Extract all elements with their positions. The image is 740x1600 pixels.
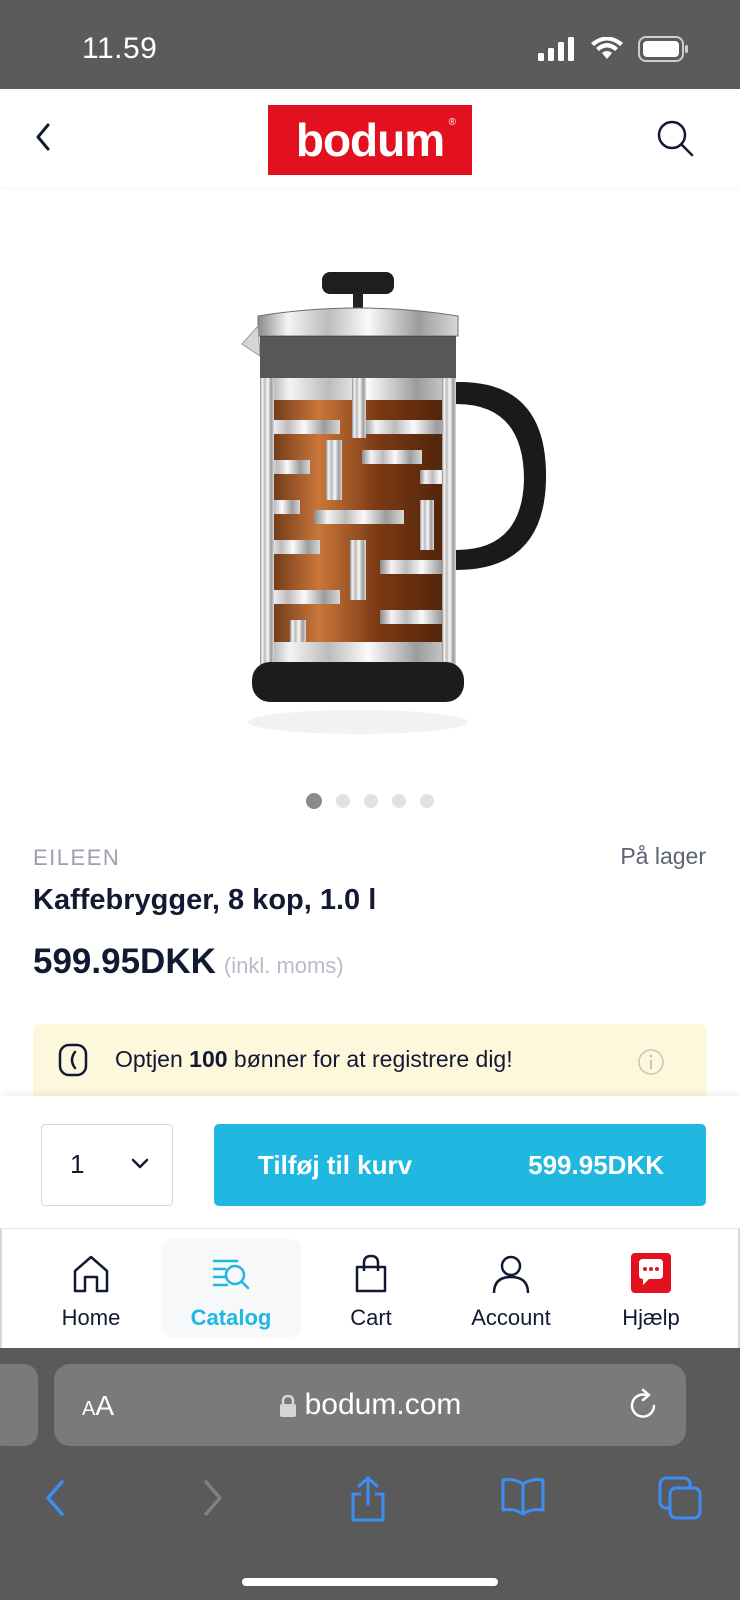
quantity-value: 1 — [70, 1149, 85, 1179]
product-title: Kaffebrygger, 8 kop, 1.0 l — [33, 884, 377, 916]
promo-points: 100 — [189, 1046, 228, 1072]
coffee-bean-icon — [58, 1043, 88, 1077]
share-icon[interactable] — [348, 1476, 388, 1522]
tab-label: Catalog — [190, 1305, 272, 1330]
product-image[interactable] — [230, 270, 570, 770]
tab-catalog[interactable]: Catalog — [161, 1239, 301, 1337]
browser-nav-tools — [0, 1468, 740, 1528]
tab-account[interactable]: Account — [441, 1239, 581, 1337]
gallery-dot[interactable] — [306, 793, 322, 809]
product-price: 599.95DKK — [33, 942, 216, 981]
search-icon[interactable] — [654, 117, 696, 159]
chevron-down-icon — [131, 1158, 149, 1169]
logo-registered-mark: ® — [448, 117, 456, 128]
tab-help[interactable]: Hjælp — [581, 1239, 721, 1337]
browser-back-icon[interactable] — [40, 1476, 70, 1520]
add-to-cart-label: Tilføj til kurv — [258, 1150, 413, 1180]
tabs-icon[interactable] — [658, 1476, 702, 1520]
bookmarks-icon[interactable] — [500, 1476, 546, 1516]
vat-note: (inkl. moms) — [223, 953, 344, 978]
address-bar[interactable]: AA bodum.com — [54, 1364, 686, 1446]
promo-text-after: bønner for at registrere dig! — [227, 1046, 513, 1072]
stock-status: På lager — [620, 843, 706, 869]
lock-icon — [279, 1394, 296, 1418]
product-price-block: 599.95DKK (inkl. moms) — [33, 942, 344, 982]
catalog-search-icon — [212, 1259, 250, 1290]
url-display: bodum.com — [54, 1388, 686, 1422]
info-icon[interactable] — [637, 1048, 665, 1076]
home-icon — [73, 1255, 109, 1293]
home-indicator — [242, 1578, 498, 1586]
wifi-icon — [591, 37, 623, 59]
status-time: 11.59 — [82, 32, 158, 65]
back-icon[interactable] — [28, 117, 58, 157]
tab-cart[interactable]: Cart — [301, 1239, 441, 1337]
battery-icon — [638, 36, 688, 62]
url-text: bodum.com — [304, 1388, 462, 1421]
add-to-cart-bar: 1 Tilføj til kurv 599.95DKK — [0, 1096, 740, 1228]
product-collection: EILEEN — [33, 845, 121, 870]
bottom-tab-bar: Home Catalog Cart Account Hjælp — [0, 1228, 740, 1348]
tab-label: Cart — [350, 1305, 392, 1330]
add-to-cart-price: 599.95DKK — [528, 1150, 664, 1180]
tab-label: Account — [471, 1305, 551, 1330]
status-bar: 11.59 — [0, 0, 740, 89]
browser-forward-icon[interactable] — [198, 1476, 228, 1520]
promo-text-before: Optjen — [115, 1046, 190, 1072]
promo-text: Optjen 100 bønner for at registrere dig! — [115, 1046, 513, 1073]
quantity-select[interactable]: 1 — [41, 1124, 173, 1206]
reload-icon[interactable] — [628, 1388, 660, 1422]
tab-home[interactable]: Home — [21, 1239, 161, 1337]
gallery-pagination — [0, 793, 740, 809]
previous-tab-stub[interactable] — [0, 1364, 38, 1446]
gallery-dot[interactable] — [336, 794, 350, 808]
add-to-cart-button[interactable]: Tilføj til kurv 599.95DKK — [214, 1124, 706, 1206]
bodum-logo[interactable]: bodum ® — [268, 105, 472, 175]
tab-label: Home — [61, 1305, 121, 1330]
user-icon — [492, 1255, 530, 1294]
signal-icon — [538, 37, 574, 61]
gallery-dot[interactable] — [364, 794, 378, 808]
site-header: bodum ® — [0, 89, 740, 187]
chat-help-icon — [631, 1253, 671, 1293]
gallery-dot[interactable] — [420, 794, 434, 808]
tab-label: Hjælp — [622, 1305, 680, 1330]
shopping-bag-icon — [355, 1254, 387, 1293]
browser-toolbar: AA bodum.com — [0, 1348, 740, 1600]
logo-text: bodum — [295, 114, 445, 166]
loyalty-promo-banner: Optjen 100 bønner for at registrere dig! — [33, 1024, 707, 1096]
status-icons — [538, 36, 690, 62]
gallery-dot[interactable] — [392, 794, 406, 808]
